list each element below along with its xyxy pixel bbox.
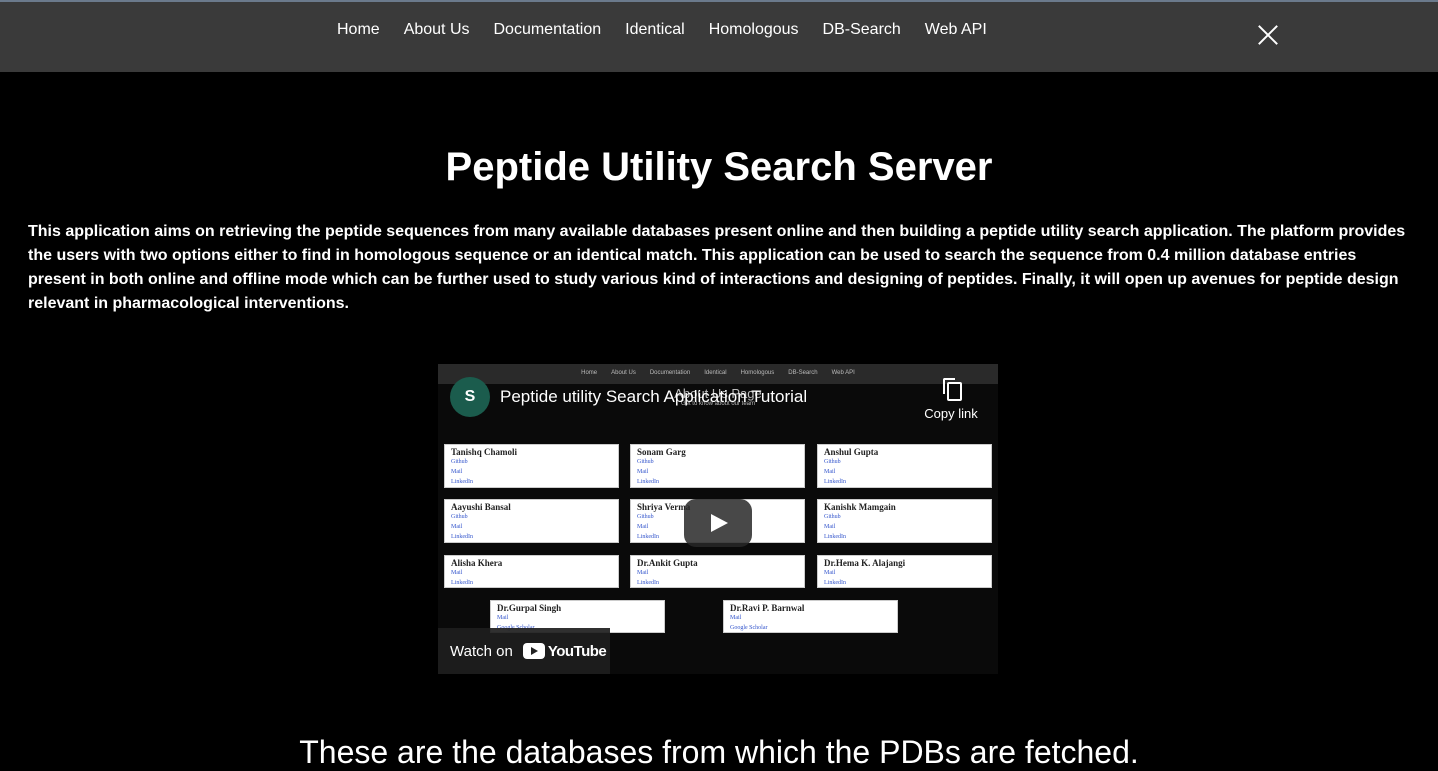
team-card-link: LinkedIn [451, 580, 473, 586]
team-card-link: LinkedIn [824, 534, 846, 540]
youtube-play-icon [522, 643, 545, 659]
team-card-link: Github [824, 514, 841, 520]
team-card-link: LinkedIn [451, 479, 473, 485]
youtube-wordmark: YouTube [547, 642, 607, 660]
team-card-name: Anshul Gupta [824, 447, 879, 457]
nav-about-us[interactable]: About Us [404, 20, 470, 40]
databases-heading: These are the databases from which the P… [299, 734, 1139, 770]
team-card: Alisha Khera Mail LinkedIn [444, 555, 619, 588]
video-inner-nav-item: About Us [611, 370, 636, 376]
team-card-link: Mail [824, 469, 836, 475]
top-navbar: Home About Us Documentation Identical Ho… [0, 0, 1438, 72]
video-inner-nav-item: Web API [831, 370, 855, 376]
team-card-link: Mail [497, 615, 509, 621]
page-title: Peptide Utility Search Server [445, 145, 993, 189]
watch-on-label: Watch on [450, 642, 513, 660]
copy-icon [943, 378, 962, 401]
team-card-link: LinkedIn [824, 479, 846, 485]
video-inner-nav-item: Home [581, 370, 598, 376]
team-card-name: Dr.Gurpal Singh [497, 603, 562, 613]
team-card-name: Alisha Khera [451, 558, 503, 568]
main-nav: Home About Us Documentation Identical Ho… [337, 20, 1011, 40]
team-card-link: Mail [637, 469, 649, 475]
team-card-name: Dr.Hema K. Alajangi [824, 558, 906, 568]
team-card-link: LinkedIn [637, 580, 659, 586]
team-card-name: Aayushi Bansal [451, 502, 511, 512]
video-inner-nav-item: Documentation [649, 370, 691, 376]
team-card: Dr.Hema K. Alajangi Mail LinkedIn [817, 555, 992, 588]
copy-link-button[interactable]: Copy link [916, 378, 986, 421]
team-card-link: Github [637, 459, 654, 465]
video-title[interactable]: Peptide utility Search Application Tutor… [500, 387, 807, 407]
team-card-link: Mail [451, 469, 463, 475]
team-card-name: Sonam Garg [637, 447, 686, 457]
team-card-name: Kanishk Mamgain [824, 502, 896, 512]
team-card-link: LinkedIn [637, 479, 659, 485]
team-card-link: Mail [451, 524, 463, 530]
youtube-embed[interactable]: Home About Us Documentation Identical Ho… [438, 364, 998, 674]
team-card-link: Mail [730, 615, 742, 621]
team-card-link: Github [451, 459, 468, 465]
team-card-link: Mail [824, 570, 836, 576]
nav-home[interactable]: Home [337, 20, 380, 40]
team-card-link: LinkedIn [451, 534, 473, 540]
team-card-link: Github [451, 514, 468, 520]
team-card-link: Mail [637, 570, 649, 576]
nav-identical[interactable]: Identical [625, 20, 685, 40]
video-inner-nav-item: DB-Search [788, 370, 818, 376]
copy-link-label: Copy link [924, 406, 978, 421]
nav-db-search[interactable]: DB-Search [823, 20, 901, 40]
team-card: Aayushi Bansal Github Mail LinkedIn [444, 499, 619, 543]
intro-paragraph: This application aims on retrieving the … [28, 223, 1406, 312]
close-icon[interactable] [1257, 24, 1279, 46]
play-button[interactable] [684, 499, 752, 547]
team-card: Sonam Garg Github Mail LinkedIn [630, 444, 805, 488]
team-card-link: Github [824, 459, 841, 465]
team-card-link: Mail [451, 570, 463, 576]
team-card: Tanishq Chamoli Github Mail LinkedIn [444, 444, 619, 488]
team-card-name: Dr.Ankit Gupta [637, 558, 698, 568]
team-card-link: Mail [824, 524, 836, 530]
watch-on-youtube-button[interactable]: Watch on YouTube [438, 628, 610, 674]
nav-homologous[interactable]: Homologous [709, 20, 799, 40]
video-inner-nav-item: Identical [704, 370, 727, 376]
video-inner-nav: Home About Us Documentation Identical Ho… [438, 364, 998, 384]
channel-avatar[interactable]: S [450, 377, 490, 417]
video-inner-nav-item: Homologous [740, 370, 775, 376]
team-card: Dr.Ravi P. Barnwal Mail Google Scholar [723, 600, 898, 633]
team-card: Anshul Gupta Github Mail LinkedIn [817, 444, 992, 488]
team-card-name: Tanishq Chamoli [451, 447, 517, 457]
nav-web-api[interactable]: Web API [925, 20, 987, 40]
nav-documentation[interactable]: Documentation [494, 20, 602, 40]
team-card-link: Google Scholar [730, 625, 768, 631]
team-card: Kanishk Mamgain Github Mail LinkedIn [817, 499, 992, 543]
youtube-logo: YouTube [522, 642, 607, 660]
team-card-link: LinkedIn [824, 580, 846, 586]
team-card-name: Dr.Ravi P. Barnwal [730, 603, 805, 613]
team-card: Dr.Ankit Gupta Mail LinkedIn [630, 555, 805, 588]
